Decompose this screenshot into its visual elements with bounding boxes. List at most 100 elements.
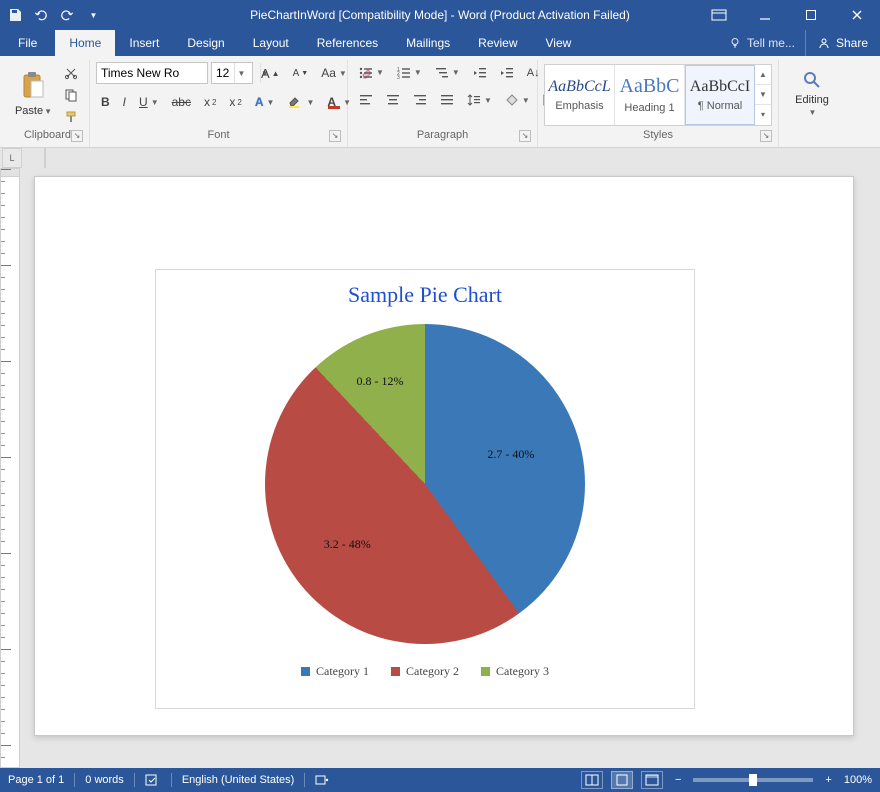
numbering-button[interactable]: 123▼ [392,64,427,82]
font-size-combo[interactable]: ▼ [211,62,253,84]
multilevel-list-button[interactable]: ▼ [430,64,465,82]
change-case-button[interactable]: Aa▼ [316,63,352,83]
pie-chart: 2.7 - 40%3.2 - 48%0.8 - 12% [265,324,585,644]
page: Sample Pie Chart 2.7 - 40%3.2 - 48%0.8 -… [34,176,854,736]
shading-icon [505,94,519,106]
cut-icon [64,66,78,80]
tab-view[interactable]: View [532,30,586,56]
line-spacing-button[interactable]: ▼ [462,91,497,109]
font-size-input[interactable] [212,63,234,83]
chart-object[interactable]: Sample Pie Chart 2.7 - 40%3.2 - 48%0.8 -… [155,269,695,709]
zoom-slider[interactable] [693,778,813,782]
align-left-button[interactable] [354,91,378,109]
tab-file[interactable]: File [0,30,55,56]
font-launcher-icon[interactable]: ↘ [329,130,341,142]
clipboard-launcher-icon[interactable]: ↘ [71,130,83,142]
paragraph-launcher-icon[interactable]: ↘ [519,130,531,142]
editing-button[interactable]: Editing▼ [785,62,839,128]
editing-label: Editing [795,94,829,106]
text-effects-button[interactable]: A▼ [250,92,280,112]
style-emphasis[interactable]: AaBbCcL Emphasis [545,65,615,125]
spellcheck-icon[interactable] [145,773,161,787]
cut-button[interactable] [59,63,83,83]
pie-plot-area [265,324,585,644]
status-language[interactable]: English (United States) [182,774,295,786]
maximize-icon[interactable] [788,0,834,30]
style-normal[interactable]: AaBbCcI ¶ Normal [685,65,755,125]
minimize-icon[interactable] [742,0,788,30]
vertical-ruler[interactable] [0,168,20,768]
paste-button[interactable]: Paste▼ [12,62,55,128]
tab-home[interactable]: Home [55,30,115,56]
styles-scroll-up-icon[interactable]: ▲ [755,65,771,84]
zoom-slider-thumb[interactable] [749,774,757,786]
bullets-button[interactable]: ▼ [354,64,389,82]
copy-button[interactable] [59,85,83,105]
strikethrough-button[interactable]: abc [167,92,196,112]
justify-icon [440,94,454,106]
font-name-combo[interactable]: ▼ [96,62,208,84]
styles-launcher-icon[interactable]: ↘ [760,130,772,142]
group-font: ▼ ▼ A▲ A▼ Aa▼ B I U▼ abc x2 x2 A▼ ▼ [90,60,348,147]
chevron-down-icon[interactable]: ▼ [234,63,248,83]
qat-customize-icon[interactable]: ▼ [86,8,100,22]
increase-font-button[interactable]: A▲ [256,63,285,84]
group-styles-label: Styles [643,129,673,141]
increase-indent-button[interactable] [495,64,519,82]
horizontal-ruler[interactable]: 123456 [44,148,46,168]
tab-selector[interactable]: L [2,148,22,168]
view-read-mode-button[interactable] [581,771,603,789]
highlight-button[interactable]: ▼ [282,92,319,112]
document-area[interactable]: Sample Pie Chart 2.7 - 40%3.2 - 48%0.8 -… [22,168,880,768]
close-icon[interactable] [834,0,880,30]
copy-icon [64,88,78,102]
redo-icon[interactable] [60,8,74,22]
shading-button[interactable]: ▼ [500,91,535,109]
styles-scroll-down-icon[interactable]: ▼ [755,84,771,104]
group-styles: AaBbCcL Emphasis AaBbC Heading 1 AaBbCcI… [538,60,779,147]
align-left-icon [359,94,373,106]
ribbon-display-options-icon[interactable] [696,0,742,30]
styles-expand-icon[interactable]: ▾ [755,104,771,124]
view-web-layout-button[interactable] [641,771,663,789]
align-center-button[interactable] [381,91,405,109]
tab-review[interactable]: Review [464,30,531,56]
justify-button[interactable] [435,91,459,109]
pie-data-label: 3.2 - 48% [324,537,371,552]
style-heading-1[interactable]: AaBbC Heading 1 [615,65,685,125]
legend-swatch [301,667,310,676]
align-right-button[interactable] [408,91,432,109]
tab-references[interactable]: References [303,30,392,56]
decrease-font-button[interactable]: A▼ [288,65,314,82]
legend-label: Category 2 [406,664,459,679]
underline-button[interactable]: U▼ [134,92,164,112]
share-icon [818,37,830,49]
tab-insert[interactable]: Insert [115,30,173,56]
style-name: Emphasis [555,100,603,112]
ribbon: Paste▼ Clipboard↘ ▼ ▼ A▲ A▼ [0,56,880,148]
decrease-indent-button[interactable] [468,64,492,82]
group-paragraph-label: Paragraph [417,129,468,141]
zoom-in-button[interactable]: + [821,774,835,786]
format-painter-button[interactable] [59,107,83,127]
bold-button[interactable]: B [96,92,115,112]
styles-gallery-nav: ▲ ▼ ▾ [755,65,771,125]
zoom-level[interactable]: 100% [844,774,872,786]
styles-gallery[interactable]: AaBbCcL Emphasis AaBbC Heading 1 AaBbCcI… [544,64,772,126]
status-page[interactable]: Page 1 of 1 [8,774,64,786]
save-icon[interactable] [8,8,22,22]
tab-mailings[interactable]: Mailings [392,30,464,56]
zoom-out-button[interactable]: − [671,774,685,786]
status-word-count[interactable]: 0 words [85,774,124,786]
view-print-layout-button[interactable] [611,771,633,789]
tell-me-search[interactable]: Tell me... [719,30,805,56]
undo-icon[interactable] [34,8,48,22]
macro-recording-icon[interactable] [315,773,329,787]
italic-button[interactable]: I [118,92,131,112]
share-button[interactable]: Share [805,30,880,56]
numbering-icon: 123 [397,67,411,79]
tab-design[interactable]: Design [173,30,238,56]
subscript-button[interactable]: x2 [199,92,221,112]
tab-layout[interactable]: Layout [239,30,303,56]
superscript-button[interactable]: x2 [224,92,246,112]
